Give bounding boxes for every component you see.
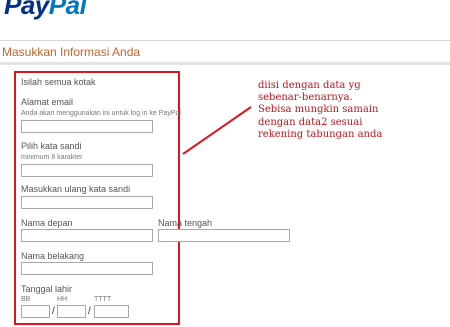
dob-year-label: TTTT	[94, 296, 112, 303]
annotation-line: Sebisa mungkin samain	[258, 104, 379, 116]
annotation-line: sebenar-benarnya.	[258, 92, 353, 104]
middle-name-label: Nama tengah	[158, 218, 213, 228]
email-label: Alamat email	[21, 97, 74, 107]
arrow-line	[182, 106, 252, 155]
password-hint: minimum 8 karakter	[21, 154, 83, 161]
email-field[interactable]	[21, 120, 153, 133]
annotation-line: dengan data2 sesuai	[258, 116, 363, 128]
middle-name-field[interactable]	[158, 229, 290, 242]
first-name-label: Nama depan	[21, 218, 73, 228]
dob-day-field[interactable]	[21, 305, 50, 318]
email-hint: Anda akan menggunakan ini untuk log in k…	[21, 110, 181, 117]
dob-day-label: BB	[21, 296, 31, 303]
password-confirm-label: Masukkan ulang kata sandi	[21, 184, 131, 194]
password-label: Pilih kata sandi	[21, 141, 82, 151]
dob-label: Tanggal lahir	[21, 284, 73, 294]
dob-month-label: HH	[57, 296, 68, 303]
last-name-field[interactable]	[21, 262, 153, 275]
form-intro: Isilah semua kotak	[21, 77, 96, 87]
password-confirm-field[interactable]	[21, 196, 153, 209]
dob-year-field[interactable]	[94, 305, 129, 318]
annotation-line: rekening tabungan anda	[258, 128, 383, 140]
password-field[interactable]	[21, 164, 153, 177]
annotation-note: diisi dengan data yg sebenar-benarnya. S…	[258, 80, 450, 141]
first-name-field[interactable]	[21, 229, 153, 242]
dob-separator: /	[52, 306, 55, 317]
last-name-label: Nama belakang	[21, 251, 85, 261]
annotation-line: diisi dengan data yg	[258, 80, 361, 91]
dob-separator: /	[88, 306, 91, 317]
dob-month-field[interactable]	[57, 305, 86, 318]
